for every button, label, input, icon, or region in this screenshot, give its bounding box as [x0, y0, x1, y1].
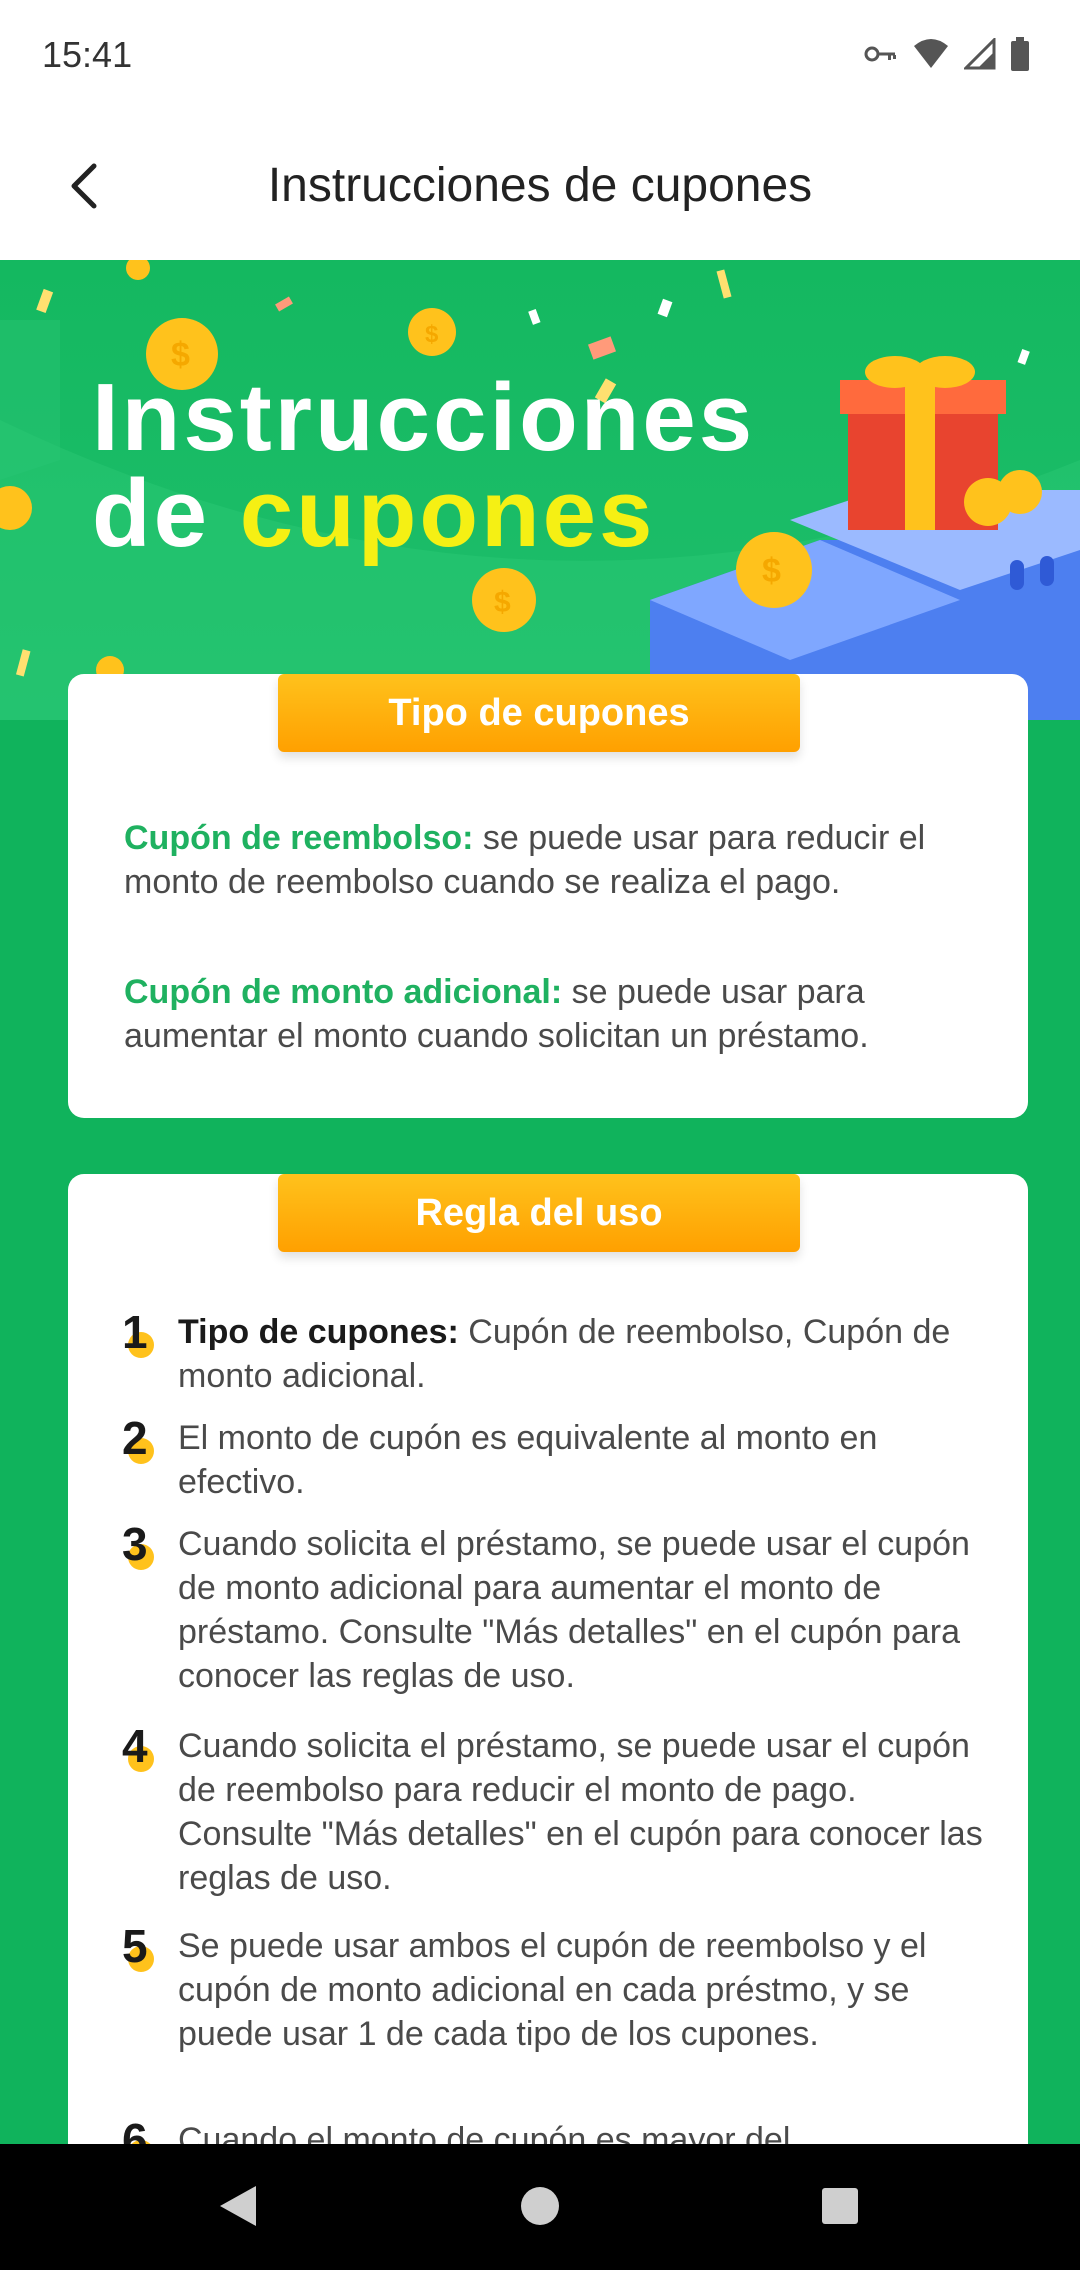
hero-title-highlight: cupones	[239, 460, 656, 567]
rule-number: 5	[122, 1923, 178, 2056]
rule-number: 2	[122, 1415, 178, 1504]
page-title: Instrucciones de cupones	[267, 159, 813, 212]
wifi-icon	[914, 39, 948, 68]
rule-item: 2 El monto de cupón es equivalente al mo…	[122, 1415, 992, 1504]
key-icon	[864, 46, 896, 62]
rule-item: 1 Tipo de cupones: Cupón de reembolso, C…	[122, 1309, 992, 1398]
coupon-type-refund: Cupón de reembolso: se puede usar para r…	[124, 816, 984, 904]
status-icons	[864, 34, 1030, 74]
rule-text: Tipo de cupones: Cupón de reembolso, Cup…	[178, 1313, 951, 1395]
coupon-type-term: Cupón de monto adicional:	[124, 973, 563, 1011]
svg-text:$: $	[425, 321, 439, 348]
rule-text: El monto de cupón es equivalente al mont…	[178, 1419, 878, 1501]
coupon-types-tag: Tipo de cupones	[278, 674, 800, 752]
app-bar: Instrucciones de cupones	[0, 110, 1080, 260]
rule-number: 1	[122, 1309, 178, 1398]
nav-back-icon[interactable]	[216, 2184, 260, 2228]
rule-number: 4	[122, 1723, 178, 1900]
svg-text:$: $	[762, 552, 781, 590]
rule-number: 3	[122, 1521, 178, 1698]
coupon-type-term: Cupón de reembolso:	[124, 819, 474, 857]
rule-item: 4 Cuando solicita el préstamo, se puede …	[122, 1723, 992, 1900]
rule-number: 6	[122, 2117, 178, 2144]
status-bar: 15:41	[0, 0, 1080, 110]
hero-title: Instrucciones de cupones	[92, 370, 755, 562]
rule-text: Cuando solicita el préstamo, se puede us…	[178, 1525, 970, 1695]
coupon-instructions-content: $ $ $ $ Instrucciones de cupones Tipo de…	[0, 260, 1080, 2144]
rule-text: Cuando el monto de cupón es mayor del	[178, 2121, 791, 2144]
nav-recents-icon[interactable]	[818, 2184, 862, 2228]
hero-title-line2: de cupones	[92, 466, 755, 562]
signal-icon	[964, 38, 996, 70]
rule-item: 5 Se puede usar ambos el cupón de reembo…	[122, 1923, 992, 2056]
battery-icon	[1011, 37, 1029, 71]
rule-item: 3 Cuando solicita el préstamo, se puede …	[122, 1521, 992, 1698]
coupon-type-additional: Cupón de monto adicional: se puede usar …	[124, 970, 984, 1058]
rule-text: Se puede usar ambos el cupón de reembols…	[178, 1927, 927, 2053]
rule-item: 6 Cuando el monto de cupón es mayor del	[122, 2117, 992, 2144]
system-nav-bar	[0, 2144, 1080, 2270]
nav-home-icon[interactable]	[518, 2184, 562, 2228]
svg-text:$: $	[494, 586, 511, 619]
hero-title-line1: Instrucciones	[92, 364, 756, 471]
rule-text: Cuando solicita el préstamo, se puede us…	[178, 1727, 983, 1897]
usage-rules-tag: Regla del uso	[278, 1174, 800, 1252]
status-time: 15:41	[42, 34, 133, 75]
coupon-types-card: Tipo de cupones Cupón de reembolso: se p…	[68, 674, 1028, 1118]
hero-title-line2-a: de	[92, 460, 240, 567]
usage-rules-card: Regla del uso 1 Tipo de cupones: Cupón d…	[68, 1174, 1028, 2144]
